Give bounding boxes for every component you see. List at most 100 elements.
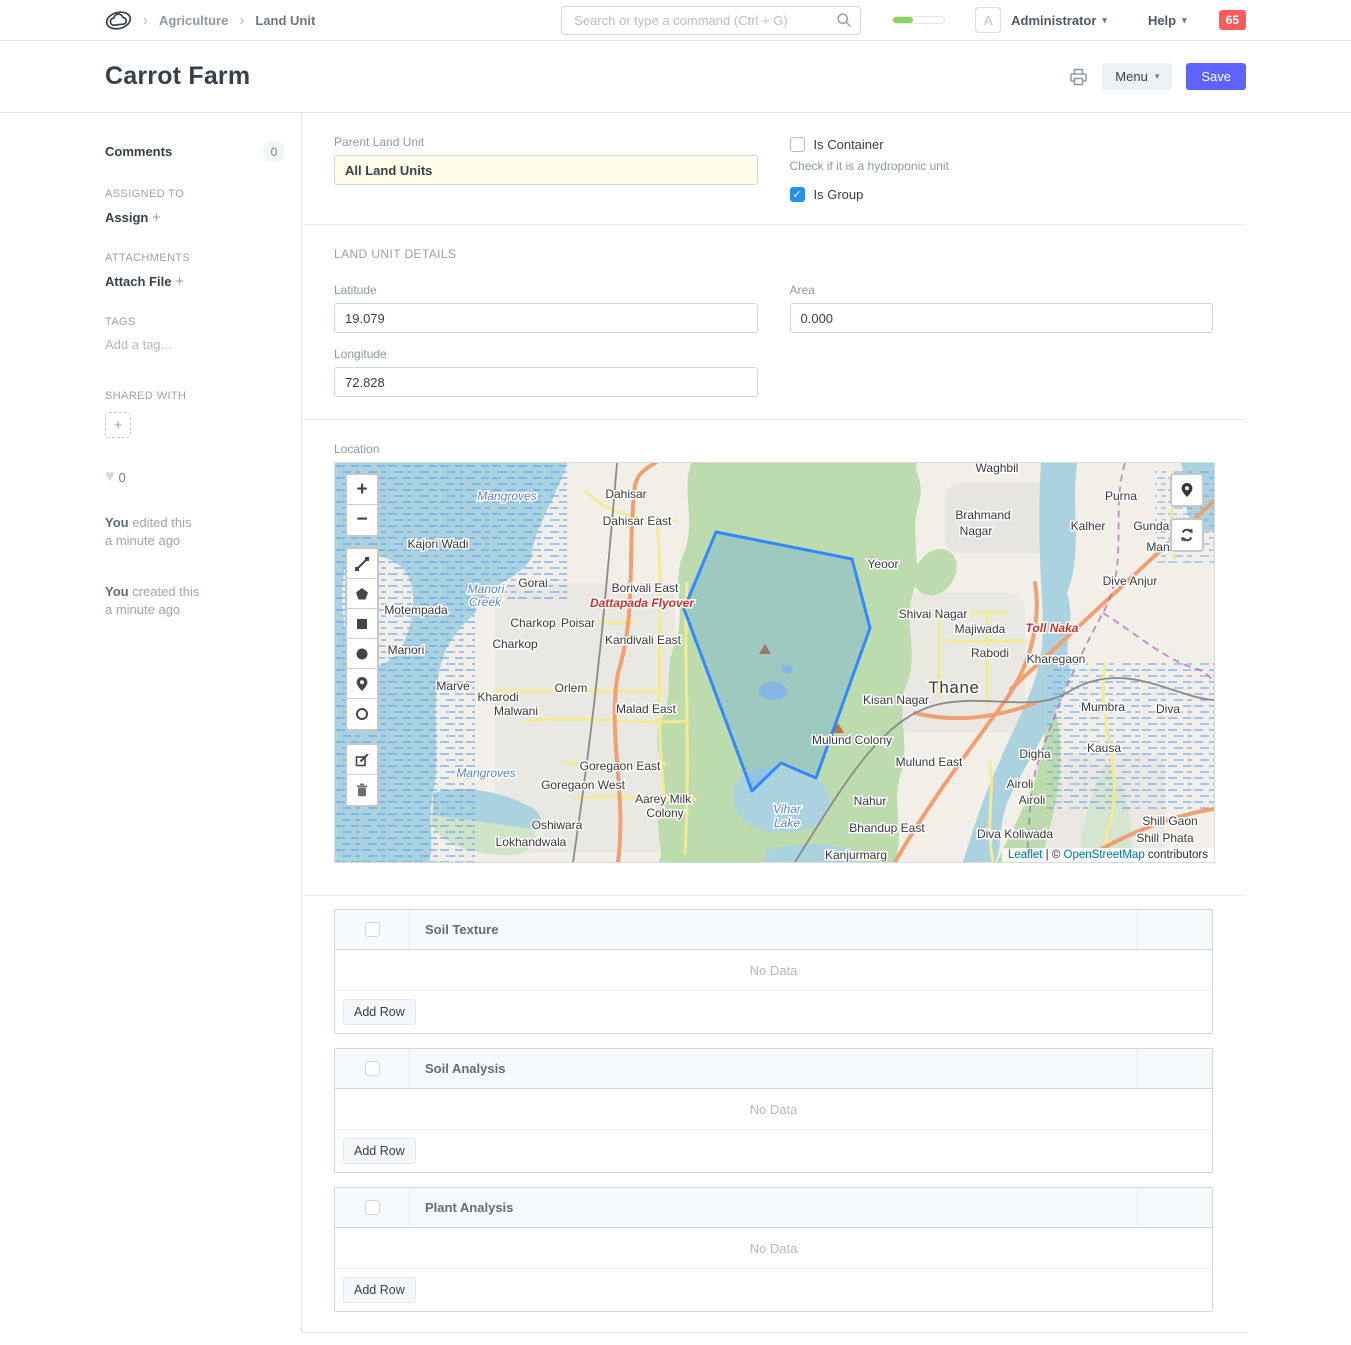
add-share-button[interactable]: + (105, 412, 131, 438)
notification-badge[interactable]: 65 (1219, 10, 1246, 30)
longitude-label: Longitude (334, 347, 758, 361)
help-menu-label: Help (1148, 13, 1176, 28)
select-all-checkbox[interactable] (365, 922, 380, 937)
map-label: Mulund East (896, 755, 963, 769)
menu-button-label: Menu (1115, 69, 1148, 84)
onboarding-progress-bar (892, 16, 945, 24)
delete-layers-button[interactable] (347, 775, 377, 805)
leaflet-link[interactable]: Leaflet (1008, 849, 1043, 861)
latitude-label: Latitude (334, 283, 758, 297)
add-row-button[interactable]: Add Row (343, 1277, 416, 1303)
map-label: Kajori Wadi (408, 537, 469, 551)
attachments-label: ATTACHMENTS (105, 252, 285, 264)
global-search (561, 6, 861, 35)
map-label: Kisan Nagar (863, 693, 929, 707)
refresh-map-button[interactable] (1172, 520, 1202, 550)
grid-title: Soil Analysis (410, 1049, 1138, 1088)
add-row-button[interactable]: Add Row (343, 999, 416, 1025)
breadcrumb-agriculture[interactable]: Agriculture (159, 13, 228, 28)
checkbox-unchecked-icon (790, 137, 805, 152)
map-edit-toolbar (345, 743, 379, 807)
map-label: Diva (1156, 702, 1180, 716)
activity-edited: You edited this a minute ago (105, 514, 285, 550)
section-parent: Parent Land Unit Is Container Check if i… (302, 113, 1246, 224)
tags-label: TAGS (105, 316, 285, 328)
search-input[interactable] (561, 6, 861, 35)
attach-file-button[interactable]: Attach File + (105, 273, 285, 290)
section-land-unit-details: LAND UNIT DETAILS Latitude Longitude Are… (302, 224, 1246, 419)
draw-polyline-button[interactable] (347, 549, 377, 579)
chevron-down-icon: ▾ (1102, 15, 1107, 26)
add-tag-input[interactable]: Add a tag... (105, 337, 285, 352)
map-label: Mulund Colony (812, 733, 892, 747)
parent-land-unit-label: Parent Land Unit (334, 135, 758, 149)
map-label: Lokhandwala (496, 835, 567, 849)
comments-link[interactable]: Comments (105, 144, 172, 159)
is-container-checkbox[interactable]: Is Container (790, 137, 1214, 152)
is-group-checkbox[interactable]: ✓ Is Group (790, 187, 1214, 202)
map-label: Yeoor (868, 557, 899, 571)
shared-with-label: SHARED WITH (105, 390, 285, 402)
like-heart-icon[interactable]: ♥ (105, 468, 115, 486)
edit-layers-button[interactable] (347, 745, 377, 775)
map-label: Waghbil (976, 463, 1019, 475)
add-row-button[interactable]: Add Row (343, 1138, 416, 1164)
map-label: Charkop (510, 616, 556, 630)
map-attribution: Leaflet | © OpenStreetMap contributors (1002, 848, 1214, 862)
like-count: 0 (119, 470, 126, 485)
map-label: Malwani (494, 704, 538, 718)
page-head: Carrot Farm Menu ▾ Save (0, 41, 1351, 113)
map-label: Kanjurmarg (825, 848, 887, 862)
avatar[interactable]: A (975, 7, 1001, 33)
locate-button[interactable] (1172, 475, 1202, 505)
breadcrumb: › Agriculture › Land Unit (105, 8, 315, 32)
app-logo-icon[interactable] (105, 8, 132, 32)
map-label: Kharegaon (1027, 652, 1086, 666)
map-label: Oshiwara (532, 818, 583, 832)
map-label: Toll Naka (1026, 621, 1079, 635)
osm-link[interactable]: OpenStreetMap (1064, 849, 1145, 861)
map-label: Poisar (561, 616, 595, 630)
grid-head-end (1138, 1188, 1212, 1227)
map-label: Nagar (960, 524, 993, 538)
map-label: Gorai (518, 576, 547, 590)
map-label: Airoli (1007, 777, 1034, 791)
plant-analysis-grid: Plant Analysis No Data Add Row (334, 1187, 1213, 1312)
draw-marker-button[interactable] (347, 669, 377, 699)
select-all-checkbox[interactable] (365, 1061, 380, 1076)
map-label: Digha (1019, 747, 1051, 761)
location-label: Location (334, 442, 1213, 456)
menu-button[interactable]: Menu ▾ (1102, 63, 1172, 90)
chevron-right-icon: › (239, 12, 244, 29)
chevron-right-icon: › (143, 12, 148, 29)
longitude-input[interactable] (334, 367, 758, 397)
save-button[interactable]: Save (1186, 63, 1246, 90)
latitude-input[interactable] (334, 303, 758, 333)
print-icon[interactable] (1069, 68, 1088, 86)
zoom-in-button[interactable]: + (347, 475, 377, 505)
map-label: Goregaon West (541, 778, 625, 792)
map-label: Kausa (1087, 741, 1121, 755)
breadcrumb-land-unit[interactable]: Land Unit (255, 13, 315, 28)
draw-circle-button[interactable] (347, 639, 377, 669)
parent-land-unit-input[interactable] (334, 155, 758, 185)
map-label: Kharodi (477, 690, 518, 704)
area-label: Area (790, 283, 1214, 297)
chevron-down-icon: ▾ (1155, 71, 1160, 82)
assign-button[interactable]: Assign + (105, 209, 285, 226)
area-input[interactable] (790, 303, 1214, 333)
user-menu[interactable]: Administrator ▾ (1011, 13, 1107, 28)
location-map[interactable]: WaghbilPurnaDapoDahisarBrahmandNagarDahi… (334, 462, 1215, 863)
zoom-out-button[interactable]: − (347, 505, 377, 535)
draw-rectangle-button[interactable] (347, 609, 377, 639)
map-label: Kandivali East (605, 633, 682, 647)
map-label: Dahisar East (603, 514, 672, 528)
select-all-checkbox[interactable] (365, 1200, 380, 1215)
map-label: Thane (928, 678, 979, 697)
help-menu[interactable]: Help ▾ (1148, 13, 1187, 28)
draw-polygon-button[interactable] (347, 579, 377, 609)
map-label: Mangroves (456, 766, 515, 780)
grid-head-end (1138, 1049, 1212, 1088)
map-label: Kalher (1071, 519, 1106, 533)
draw-circlemarker-button[interactable] (347, 699, 377, 729)
